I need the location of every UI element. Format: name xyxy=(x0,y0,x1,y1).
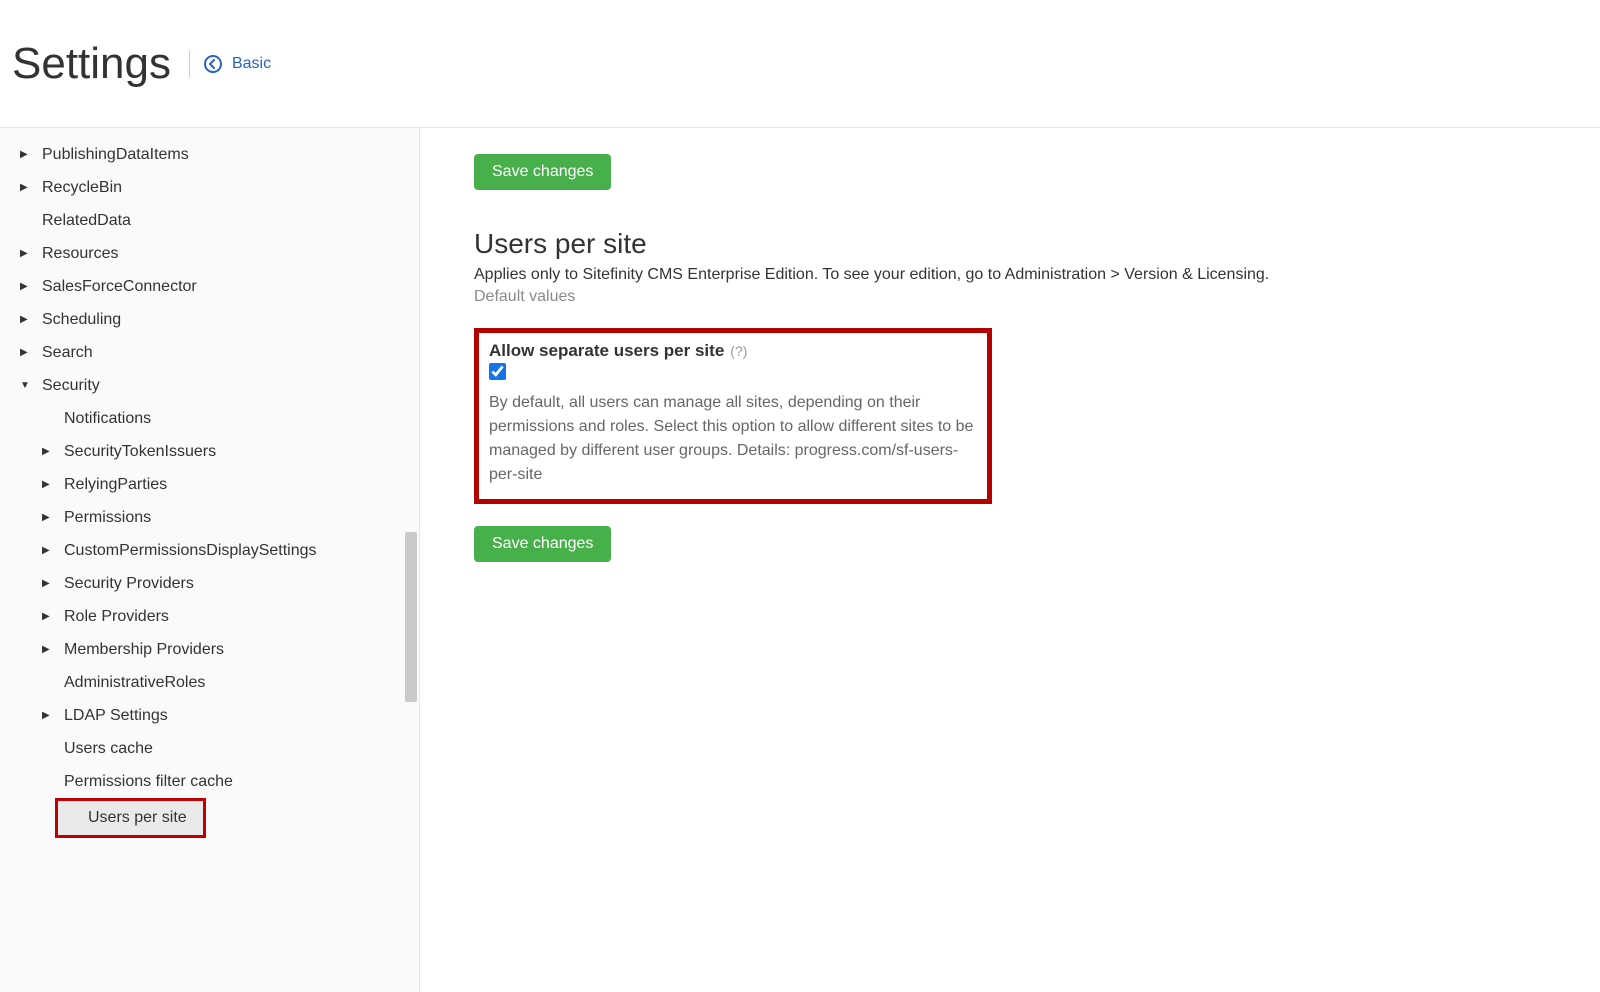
caret-right-icon: ▶ xyxy=(20,347,36,358)
caret-right-icon: ▶ xyxy=(42,644,58,655)
help-icon[interactable]: (?) xyxy=(730,343,747,359)
tree-item[interactable]: ▶ Permissions xyxy=(0,501,419,534)
caret-right-icon: ▶ xyxy=(20,149,36,160)
caret-right-icon: ▶ xyxy=(42,446,58,457)
setting-highlight-box: Allow separate users per site (?) By def… xyxy=(474,328,992,504)
tree-item-label: Membership Providers xyxy=(64,641,224,659)
tree-item-label: RelyingParties xyxy=(64,476,167,494)
caret-right-icon: ▶ xyxy=(42,578,58,589)
caret-right-icon: ▶ xyxy=(42,479,58,490)
tree-item[interactable]: ▶ Security Providers xyxy=(0,567,419,600)
tree-item[interactable]: ▶Users cache xyxy=(0,732,419,765)
caret-right-icon: ▶ xyxy=(20,182,36,193)
page-header: Settings Basic xyxy=(0,0,1600,128)
tree-item[interactable]: ▶Permissions filter cache xyxy=(0,765,419,798)
section-title: Users per site xyxy=(474,228,1560,260)
allow-separate-users-checkbox[interactable] xyxy=(489,363,506,380)
header-divider xyxy=(189,51,190,77)
tree-item-label: Permissions filter cache xyxy=(64,773,233,791)
caret-right-icon: ▶ xyxy=(20,314,36,325)
tree-item-label: Security Providers xyxy=(64,575,194,593)
caret-down-icon: ▼ xyxy=(20,380,36,391)
sidebar-scroll[interactable]: ▶PublishingDataItems▶RecycleBin▶RelatedD… xyxy=(0,128,419,992)
tree-item-label: AdministrativeRoles xyxy=(64,674,205,692)
caret-right-icon: ▶ xyxy=(42,710,58,721)
tree-item-label: Resources xyxy=(42,245,118,263)
setting-description: By default, all users can manage all sit… xyxy=(489,391,977,487)
sidebar: ▶PublishingDataItems▶RecycleBin▶RelatedD… xyxy=(0,128,420,992)
page-title: Settings xyxy=(12,39,171,89)
tree-item-label: CustomPermissionsDisplaySettings xyxy=(64,542,317,560)
tree-highlight-box: ▶Users per site xyxy=(55,798,206,838)
tree-item-label: SecurityTokenIssuers xyxy=(64,443,216,461)
main-content: Save changes Users per site Applies only… xyxy=(420,128,1600,992)
tree-item[interactable]: ▶ SecurityTokenIssuers xyxy=(0,435,419,468)
tree-item[interactable]: ▶ RecycleBin xyxy=(0,171,419,204)
section-subtitle: Applies only to Sitefinity CMS Enterpris… xyxy=(474,266,1434,284)
save-button-top[interactable]: Save changes xyxy=(474,154,611,190)
tree-item[interactable]: ▶ Scheduling xyxy=(0,303,419,336)
tree-item[interactable]: ▶ PublishingDataItems xyxy=(0,138,419,171)
tree-item-label: PublishingDataItems xyxy=(42,146,189,164)
tree-item-label: Security xyxy=(42,377,100,395)
tree-item-label: Users per site xyxy=(88,809,187,827)
tree-item[interactable]: ▶RelatedData xyxy=(0,204,419,237)
caret-right-icon: ▶ xyxy=(20,281,36,292)
tree-item-label: Scheduling xyxy=(42,311,121,329)
tree-item-label: Role Providers xyxy=(64,608,169,626)
caret-right-icon: ▶ xyxy=(42,545,58,556)
basic-link[interactable]: Basic xyxy=(204,55,271,73)
tree-item[interactable]: ▶AdministrativeRoles xyxy=(0,666,419,699)
tree-item[interactable]: ▶ RelyingParties xyxy=(0,468,419,501)
caret-right-icon: ▶ xyxy=(42,512,58,523)
tree-item[interactable]: ▼ Security xyxy=(0,369,419,402)
tree-item[interactable]: ▶ Resources xyxy=(0,237,419,270)
arrow-left-icon xyxy=(204,55,222,73)
tree-item[interactable]: ▶Users per site xyxy=(58,801,203,835)
tree-item-label: RecycleBin xyxy=(42,179,122,197)
tree-item[interactable]: ▶ Role Providers xyxy=(0,600,419,633)
layout: ▶PublishingDataItems▶RecycleBin▶RelatedD… xyxy=(0,128,1600,992)
default-values-label: Default values xyxy=(474,288,1560,306)
tree-item[interactable]: ▶ CustomPermissionsDisplaySettings xyxy=(0,534,419,567)
scrollbar-thumb[interactable] xyxy=(405,532,417,702)
setting-label: Allow separate users per site xyxy=(489,341,724,361)
tree-item-label: Permissions xyxy=(64,509,151,527)
tree-item[interactable]: ▶ LDAP Settings xyxy=(0,699,419,732)
tree-item[interactable]: ▶ Search xyxy=(0,336,419,369)
tree-item-label: Search xyxy=(42,344,93,362)
tree-item-label: Notifications xyxy=(64,410,151,428)
caret-right-icon: ▶ xyxy=(20,248,36,259)
caret-right-icon: ▶ xyxy=(42,611,58,622)
setting-label-row: Allow separate users per site (?) xyxy=(489,341,977,361)
tree-item-label: Users cache xyxy=(64,740,153,758)
basic-link-label: Basic xyxy=(232,55,271,73)
tree-item[interactable]: ▶Notifications xyxy=(0,402,419,435)
tree-item-label: LDAP Settings xyxy=(64,707,168,725)
tree-item-label: SalesForceConnector xyxy=(42,278,197,296)
tree-item[interactable]: ▶ SalesForceConnector xyxy=(0,270,419,303)
tree-item[interactable]: ▶ Membership Providers xyxy=(0,633,419,666)
settings-tree: ▶PublishingDataItems▶RecycleBin▶RelatedD… xyxy=(0,138,419,838)
tree-item-label: RelatedData xyxy=(42,212,131,230)
save-button-bottom[interactable]: Save changes xyxy=(474,526,611,562)
